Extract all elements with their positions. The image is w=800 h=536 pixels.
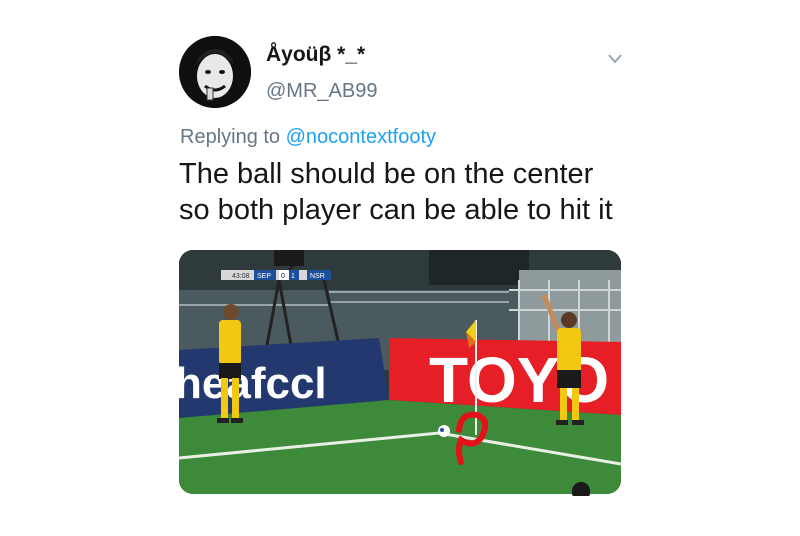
- tweet-media-image[interactable]: 43:08 SEP 0 1 NSR heafccl TOYO: [179, 250, 621, 494]
- partial-avatar: [572, 482, 590, 496]
- avatar-image: [179, 36, 251, 108]
- ball: [438, 425, 450, 437]
- user-handle[interactable]: @MR_AB99: [266, 80, 377, 103]
- football-photo: 43:08 SEP 0 1 NSR heafccl TOYO: [179, 250, 621, 494]
- score-away: NSR: [310, 273, 325, 280]
- ad-board-left-text: heafccl: [179, 359, 327, 408]
- reply-prefix: Replying to: [180, 126, 281, 148]
- score-time: 43:08: [232, 273, 250, 280]
- tweet-text-line-2: so both player can be able to hit it: [179, 194, 613, 226]
- score-away-value: 1: [291, 273, 295, 280]
- scoreboard: 43:08 SEP 0 1 NSR: [221, 270, 331, 280]
- tweet-card: Åyoüβ *_* @MR_AB99 Replying to @nocontex…: [0, 0, 800, 536]
- tweet-text-line-1: The ball should be on the center: [179, 158, 594, 190]
- chevron-down-icon[interactable]: [605, 52, 625, 66]
- reply-mention-link[interactable]: @nocontextfooty: [286, 126, 436, 148]
- score-home-value: 0: [281, 273, 285, 280]
- tweet-text: The ball should be on the center so both…: [179, 156, 649, 228]
- score-home: SEP: [257, 273, 271, 280]
- user-avatar[interactable]: [179, 36, 251, 108]
- reply-context: Replying to @nocontextfooty: [180, 126, 436, 149]
- display-name[interactable]: Åyoüβ *_*: [266, 43, 365, 67]
